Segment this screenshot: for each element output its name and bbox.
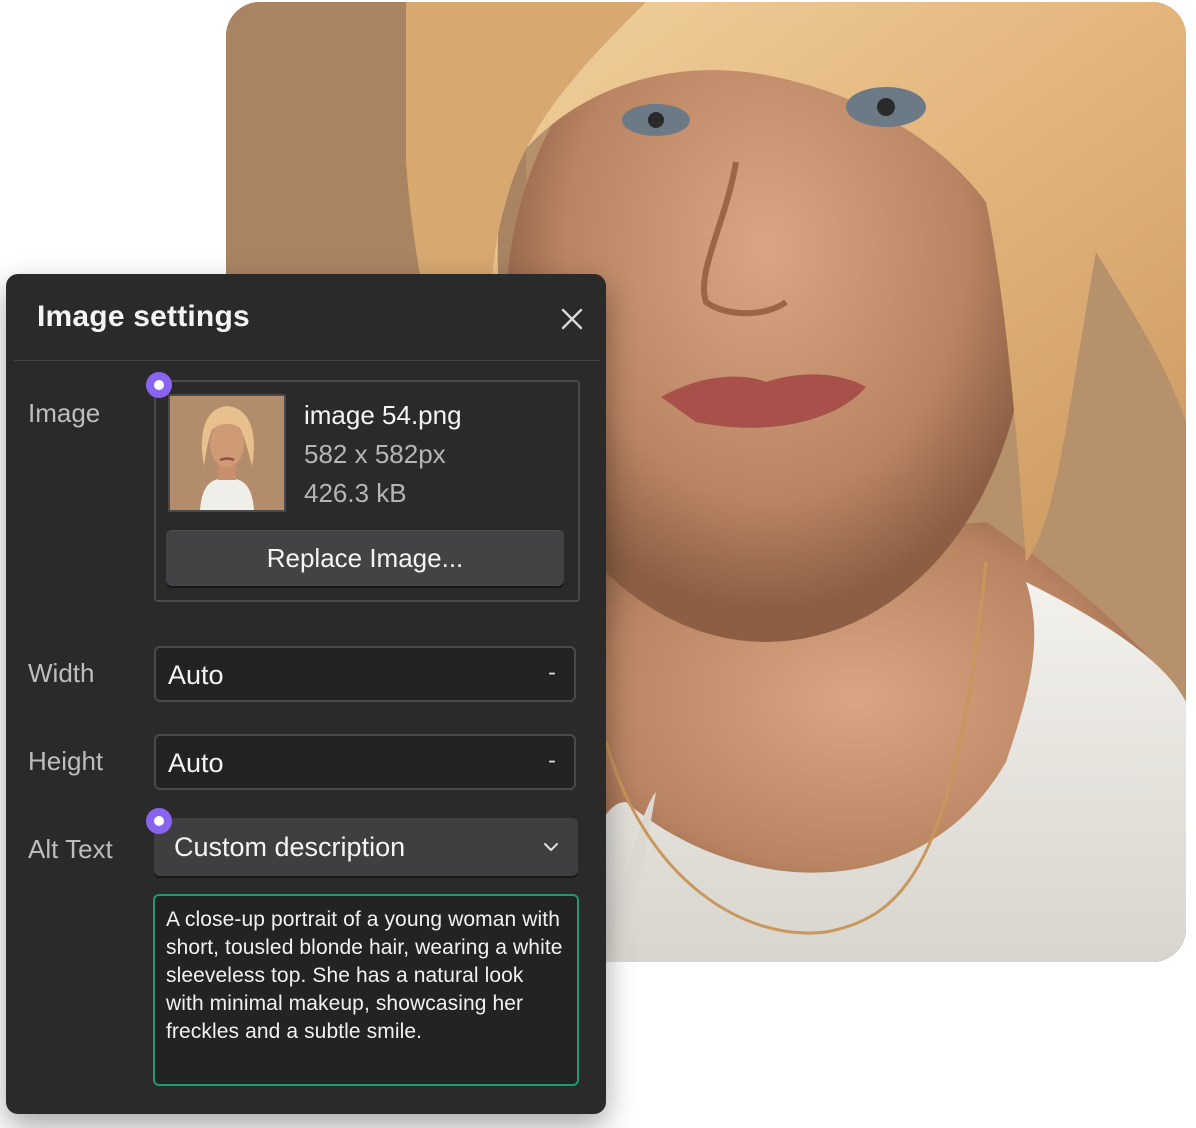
replace-image-button[interactable]: Replace Image... [166, 530, 564, 586]
width-field[interactable]: Auto - [154, 646, 576, 702]
panel-header: Image settings [14, 274, 600, 361]
height-field[interactable]: Auto - [154, 734, 576, 790]
close-button[interactable] [560, 307, 584, 331]
image-thumbnail[interactable] [168, 394, 286, 512]
image-file-name: image 54.png [304, 400, 462, 430]
width-unit: - [548, 659, 556, 686]
height-unit: - [548, 747, 556, 774]
image-dimensions: 582 x 582px [304, 439, 446, 469]
panel-title: Image settings [37, 300, 250, 333]
image-file-size: 426.3 kB [304, 478, 407, 508]
alt-text-mode-value: Custom description [174, 832, 406, 862]
height-label: Height [28, 746, 104, 776]
image-label: Image [28, 398, 101, 428]
alt-text-description-field[interactable]: A close-up portrait of a young woman wit… [153, 894, 579, 1086]
image-marker-dot [146, 372, 172, 398]
alt-text-marker-dot [146, 808, 172, 834]
close-icon [561, 308, 583, 330]
image-picker: image 54.png 582 x 582px 426.3 kB Replac… [154, 380, 580, 602]
alt-text-mode-select[interactable]: Custom description [154, 818, 578, 876]
height-value: Auto [168, 748, 224, 778]
width-label: Width [28, 658, 95, 688]
image-settings-panel: Image settings Image image 54.png 582 x … [6, 274, 606, 1114]
chevron-down-icon [542, 838, 560, 856]
width-value: Auto [168, 660, 224, 690]
alt-text-label: Alt Text [28, 834, 113, 864]
